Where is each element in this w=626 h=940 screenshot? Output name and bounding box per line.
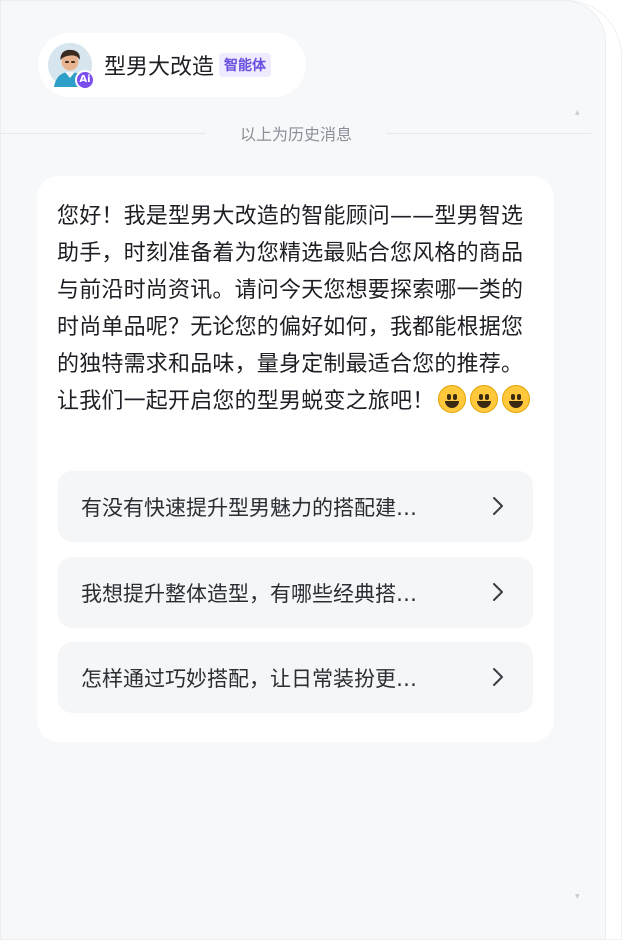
chevron-right-icon: [493, 583, 503, 601]
scroll-down-arrow-icon[interactable]: ▼: [575, 893, 581, 900]
divider-line-left: [1, 132, 206, 134]
suggestion-label: 有没有快速提升型男魅力的搭配建…: [81, 495, 417, 520]
chat-panel: Ai 型男大改造 智能体 以上为历史消息 ▲ 您好！我是型男大改造的智能顾问——…: [0, 0, 606, 940]
agent-type-badge: 智能体: [219, 53, 272, 77]
grinning-face-icon: [502, 385, 531, 413]
greeting-message: 您好！我是型男大改造的智能顾问——型男智选助手，时刻准备着为您精选最贴合您风格的…: [57, 198, 535, 420]
suggestion-label: 我想提升整体造型，有哪些经典搭…: [81, 581, 417, 606]
suggestion-item[interactable]: 有没有快速提升型男魅力的搭配建…: [58, 471, 533, 542]
history-divider: 以上为历史消息: [1, 123, 591, 144]
chevron-right-icon: [493, 497, 503, 515]
agent-header[interactable]: Ai 型男大改造 智能体: [38, 33, 306, 97]
history-divider-text: 以上为历史消息: [239, 125, 352, 144]
divider-line-right: [386, 132, 591, 134]
chevron-right-icon: [493, 668, 503, 686]
suggestion-item[interactable]: 怎样通过巧妙搭配，让日常装扮更…: [58, 642, 533, 713]
message-card: 您好！我是型男大改造的智能顾问——型男智选助手，时刻准备着为您精选最贴合您风格的…: [37, 176, 554, 742]
greeting-text: 您好！我是型男大改造的智能顾问——型男智选助手，时刻准备着为您精选最贴合您风格的…: [57, 204, 524, 414]
scroll-up-arrow-icon[interactable]: ▲: [575, 109, 581, 116]
ai-badge-icon: Ai: [75, 70, 95, 90]
suggestion-item[interactable]: 我想提升整体造型，有哪些经典搭…: [58, 557, 533, 628]
agent-name: 型男大改造: [104, 55, 215, 80]
avatar: Ai: [48, 43, 95, 90]
grinning-face-icon: [470, 385, 499, 413]
suggestion-label: 怎样通过巧妙搭配，让日常装扮更…: [81, 666, 417, 691]
grinning-face-icon: [438, 385, 467, 413]
emoji-group: [438, 385, 531, 413]
